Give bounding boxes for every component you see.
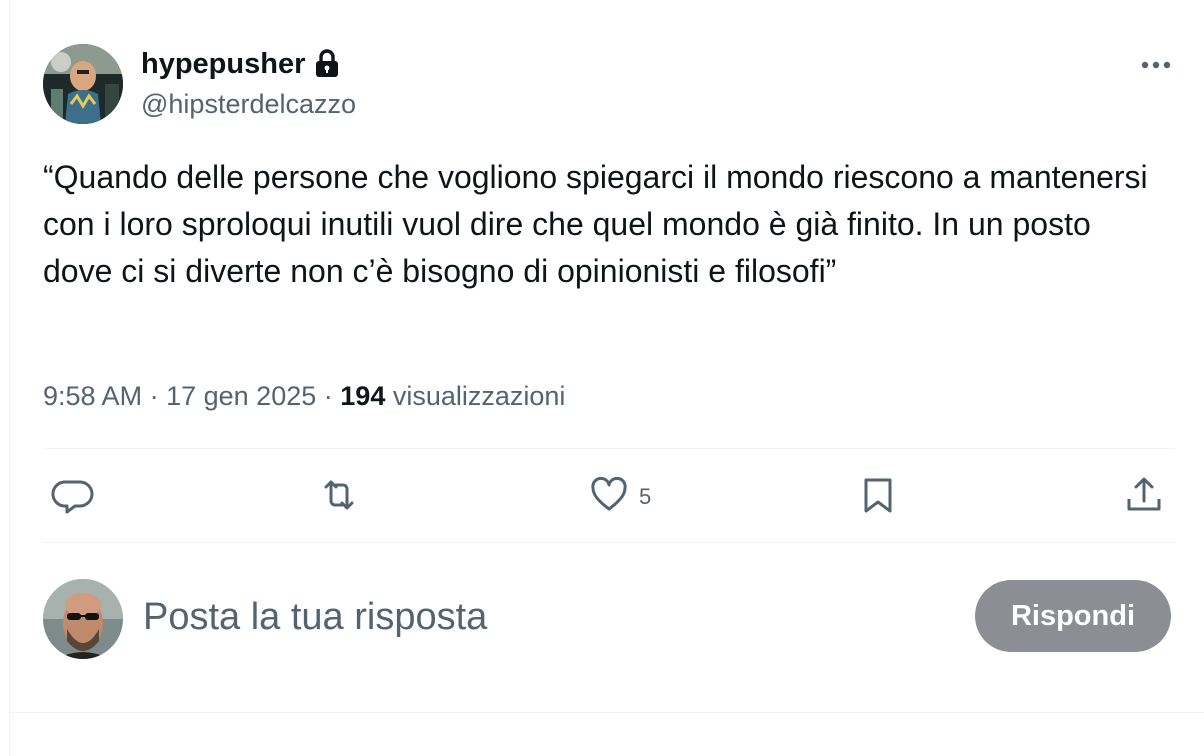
share-icon — [1122, 473, 1166, 522]
retweet-button[interactable] — [317, 475, 361, 519]
like-count: 5 — [639, 484, 652, 509]
more-options-icon[interactable] — [1136, 50, 1176, 80]
reply-submit-button[interactable]: Rispondi — [975, 580, 1171, 652]
meta-separator: · — [323, 381, 333, 411]
reply-button[interactable] — [51, 475, 95, 519]
like-button[interactable]: 5 — [587, 475, 651, 519]
views-count: 194 — [340, 381, 386, 411]
retweet-icon — [317, 473, 361, 522]
author-name-row: hypepusher — [141, 44, 340, 84]
actions-divider — [43, 542, 1175, 543]
tweet-date[interactable]: 17 gen 2025 — [166, 381, 316, 411]
author-display-name[interactable]: hypepusher — [141, 44, 305, 84]
comment-icon — [51, 473, 95, 522]
author-handle[interactable]: @hipsterdelcazzo — [141, 86, 356, 122]
bookmark-button[interactable] — [856, 475, 900, 519]
timeline-left-border — [9, 0, 10, 756]
views-label: visualizzazioni — [392, 381, 566, 411]
author-avatar[interactable] — [43, 44, 123, 124]
reply-input[interactable] — [143, 592, 933, 642]
heart-icon — [587, 473, 631, 522]
tweet-text: “Quando delle persone che vogliono spieg… — [43, 159, 1157, 289]
tweet-bottom-border — [9, 712, 1204, 713]
tweet-time[interactable]: 9:58 AM — [43, 381, 142, 411]
tweet-meta: 9:58 AM · 17 gen 2025 · 194 visualizzazi… — [43, 376, 565, 416]
meta-separator: · — [149, 381, 159, 411]
bookmark-icon — [856, 473, 900, 522]
current-user-avatar[interactable] — [43, 579, 123, 659]
meta-divider — [43, 448, 1175, 449]
lock-icon — [314, 49, 340, 79]
share-button[interactable] — [1122, 475, 1166, 519]
